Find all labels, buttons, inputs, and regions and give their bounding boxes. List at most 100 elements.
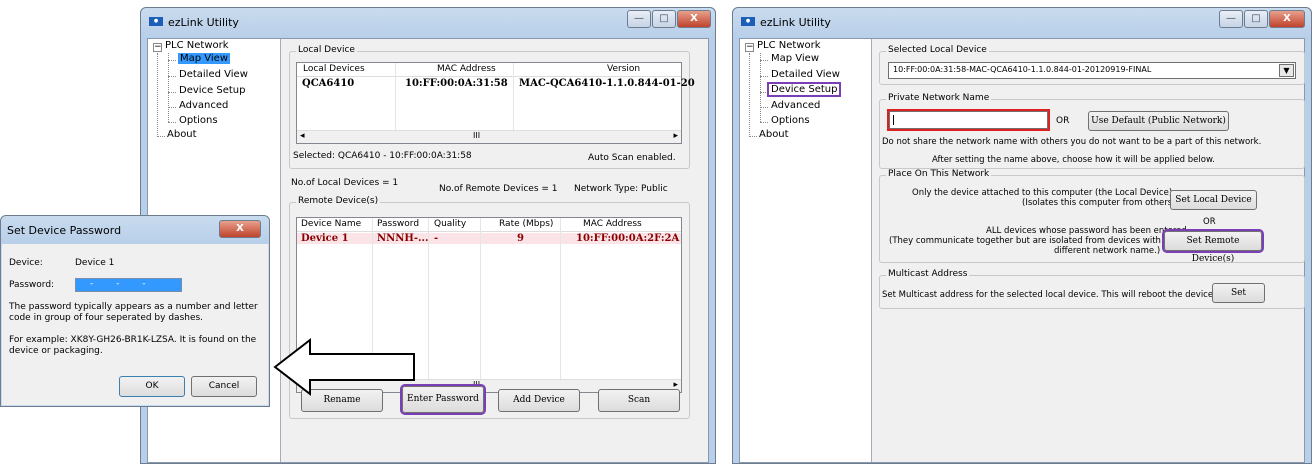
app-icon: ● [741,17,755,26]
col-header-quality[interactable]: Quality [434,219,466,229]
multicast-group: Multicast Address Set Multicast address … [879,269,1305,309]
set-local-device-button[interactable]: Set Local Device [1170,190,1257,210]
col-header-password[interactable]: Password [377,219,419,229]
col-header-mac-address[interactable]: MAC Address [437,64,496,74]
col-header-rate[interactable]: Rate (Mbps) [499,219,553,229]
tree-line [168,92,176,93]
tree-line [168,53,169,122]
right-title-bar[interactable]: ● ezLink Utility — □ X [733,8,1311,38]
private-network-label: Private Network Name [886,93,992,103]
arrow-icon [273,337,415,397]
remote-device-rate[interactable]: 9 [517,233,524,244]
tree-item-advanced[interactable]: Advanced [179,100,228,111]
remote-devices-group-label: Remote Device(s) [296,196,381,206]
tree-item-options[interactable]: Options [771,115,810,126]
password-input-value: - - - [90,279,156,289]
scroll-right-icon[interactable]: ▸ [673,131,678,141]
local-device-select[interactable]: 10:FF:00:0A:31:58-MAC-QCA6410-1.1.0.844-… [888,62,1296,79]
multicast-desc: Set Multicast address for the selected l… [882,290,1216,300]
tree-line [760,53,761,122]
tree-item-about[interactable]: About [167,129,197,140]
tree-item-detailed-view[interactable]: Detailed View [179,69,248,80]
col-header-mac-address[interactable]: MAC Address [583,219,642,229]
device-label: Device: [9,258,43,268]
horizontal-scrollbar[interactable]: ◂ III ▸ [297,130,681,143]
col-header-version[interactable]: Version [607,64,640,74]
remote-device-mac[interactable]: 10:FF:00:0A:2F:2A [576,233,679,244]
set-remote-devices-button[interactable]: Set Remote Device(s) [1162,229,1264,264]
tree-line [760,76,768,77]
close-button[interactable]: X [1269,10,1305,28]
collapse-icon[interactable]: − [153,43,162,52]
maximize-button[interactable]: □ [1244,10,1268,28]
multicast-label: Multicast Address [886,269,970,279]
maximize-button[interactable]: □ [652,10,676,28]
add-device-button[interactable]: Add Device [498,389,580,412]
scan-button[interactable]: Scan [598,389,680,412]
place-on-network-label: Place On This Network [886,169,992,179]
close-button[interactable]: X [677,10,711,28]
minimize-button[interactable]: — [627,10,651,28]
tree-line [168,107,176,108]
tree-item-map-view[interactable]: Map View [771,53,819,64]
list-header: Local Devices MAC Address Version [297,63,681,77]
tree-line [157,136,165,137]
column-divider [560,218,561,392]
dialog-close-button[interactable]: X [219,220,261,238]
tree-line [749,53,750,135]
remote-device-desc-3: different network name.) [1054,246,1161,256]
dialog-title: Set Device Password [7,224,122,237]
selected-local-device-label: Selected Local Device [886,45,989,55]
device-value: Device 1 [75,258,115,268]
remote-device-desc-1: ALL devices whose password has been ente… [986,226,1190,236]
tree-root-plc-network[interactable]: PLC Network [757,40,821,51]
right-client-area: − PLC Network Map View Detailed View Dev… [739,38,1305,463]
text-cursor [893,115,894,125]
tree-line [168,122,176,123]
tree-line [157,53,158,135]
network-name-input[interactable] [887,109,1050,131]
remote-device-count: No.of Remote Devices = 1 [439,184,558,194]
tree-item-about[interactable]: About [759,129,789,140]
local-device-mac[interactable]: 10:FF:00:0A:31:58 [405,78,508,89]
col-header-device-name[interactable]: Device Name [301,219,361,229]
col-header-local-devices[interactable]: Local Devices [303,64,365,74]
use-default-button[interactable]: Use Default (Public Network) [1088,111,1229,131]
local-device-desc-2: (Isolates this computer from others): [1022,198,1179,208]
app-icon: ● [149,17,163,26]
column-divider [480,218,481,392]
remote-device-name[interactable]: Device 1 [301,233,349,244]
tree-root-plc-network[interactable]: PLC Network [165,40,229,51]
set-multicast-button[interactable]: Set [1212,283,1265,303]
tree-line [760,60,768,61]
place-on-network-group: Place On This Network Only the device at… [879,169,1305,264]
local-device-select-value: 10:FF:00:0A:31:58-MAC-QCA6410-1.1.0.844-… [893,65,1152,74]
tree-item-map-view[interactable]: Map View [178,53,231,64]
remote-device-password[interactable]: NNNH-... [377,233,428,244]
local-device-desc-1: Only the device attached to this compute… [912,188,1175,198]
tree-line [168,76,176,77]
scroll-left-icon[interactable]: ◂ [300,131,305,141]
tree-item-options[interactable]: Options [179,115,218,126]
tree-item-advanced[interactable]: Advanced [771,100,820,111]
local-devices-list[interactable]: Local Devices MAC Address Version QCA641… [296,62,695,144]
minimize-button[interactable]: — [1219,10,1243,28]
tree-item-detailed-view[interactable]: Detailed View [771,69,840,80]
tree-item-device-setup[interactable]: Device Setup [766,82,842,97]
local-device-name[interactable]: QCA6410 [302,78,354,89]
window-title: ezLink Utility [760,16,831,29]
right-app-window: ● ezLink Utility — □ X − PLC Network Map… [732,7,1312,464]
cancel-button[interactable]: Cancel [191,376,257,397]
collapse-icon[interactable]: − [745,43,754,52]
left-title-bar[interactable]: ● ezLink Utility — □ X [141,8,715,38]
scroll-grip[interactable]: III [473,131,480,140]
chevron-down-icon[interactable]: ▼ [1279,64,1294,77]
ok-button[interactable]: OK [119,376,185,397]
private-network-group: Private Network Name OR Use Default (Pub… [879,93,1305,169]
tree-item-device-setup[interactable]: Device Setup [179,85,245,96]
window-title: ezLink Utility [168,16,239,29]
remote-device-quality[interactable]: - [434,233,438,244]
local-device-version[interactable]: MAC-QCA6410-1.1.0.844-01-20 [519,78,695,89]
dialog-title-bar[interactable]: Set Device Password X [1,216,269,244]
password-input[interactable]: - - - [75,278,182,292]
